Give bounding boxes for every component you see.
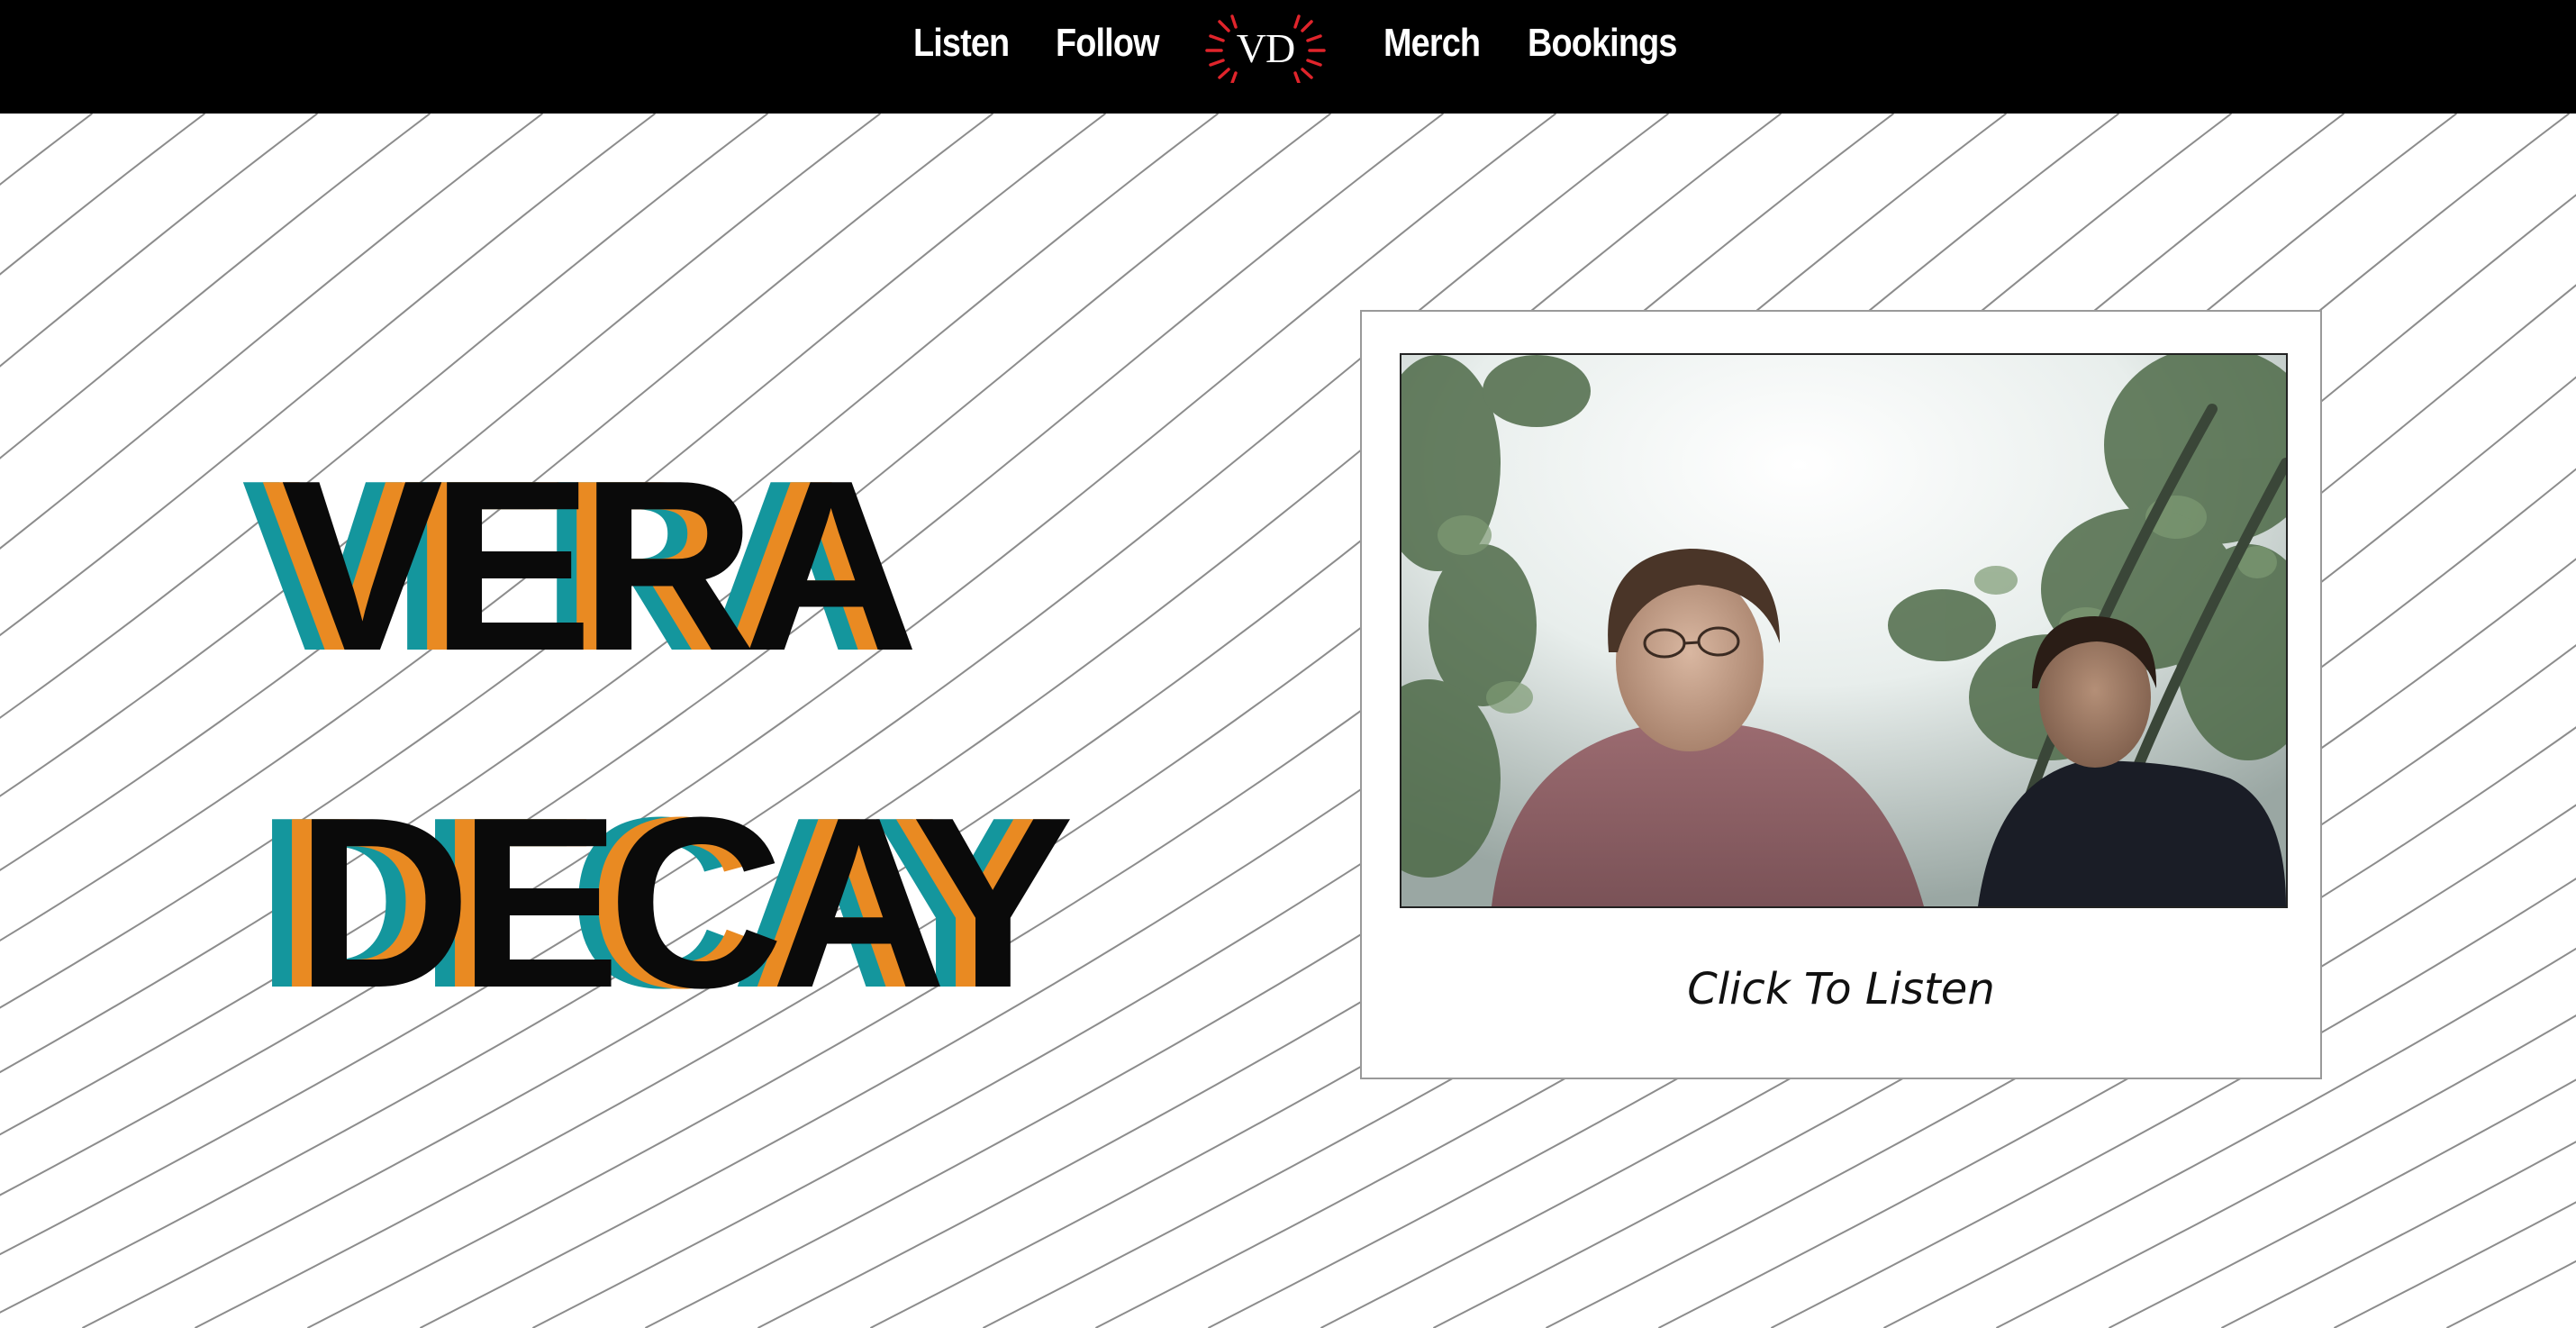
wave-line xyxy=(0,114,319,368)
wave-line xyxy=(0,114,206,276)
wave-line xyxy=(0,114,1557,1196)
band-photo[interactable] xyxy=(1400,353,2288,908)
listen-polaroid-card[interactable]: Click To Listen xyxy=(1360,310,2322,1079)
nav-link-follow[interactable]: Follow xyxy=(1056,16,1160,70)
wave-line xyxy=(0,114,431,459)
wave-line xyxy=(0,114,994,871)
nav-link-merch[interactable]: Merch xyxy=(1383,16,1481,70)
wave-line xyxy=(0,114,544,550)
nav-link-listen[interactable]: Listen xyxy=(913,16,1010,70)
wave-line xyxy=(0,114,1220,1009)
wave-line xyxy=(0,114,1107,942)
wave-line xyxy=(0,114,769,719)
wave-line xyxy=(0,114,882,797)
click-to-listen-caption[interactable]: Click To Listen xyxy=(1362,962,2320,1016)
logo-monogram: VD xyxy=(1236,25,1295,71)
wave-line xyxy=(2445,1260,2576,1328)
wave-line xyxy=(0,114,1445,1136)
vd-logo-home-link[interactable]: VD xyxy=(1200,13,1331,83)
top-nav-bar: Listen Follow VD Merch Bookings xyxy=(0,0,2576,114)
nav-link-bookings[interactable]: Bookings xyxy=(1528,16,1677,70)
wave-line xyxy=(0,114,657,637)
wave-line xyxy=(0,114,94,186)
hero-title-line1: VERA xyxy=(281,431,919,702)
hero-title-line2: DECAY xyxy=(295,768,1074,1039)
page: Listen Follow VD Merch Bookings VERA VER… xyxy=(0,0,2576,1328)
